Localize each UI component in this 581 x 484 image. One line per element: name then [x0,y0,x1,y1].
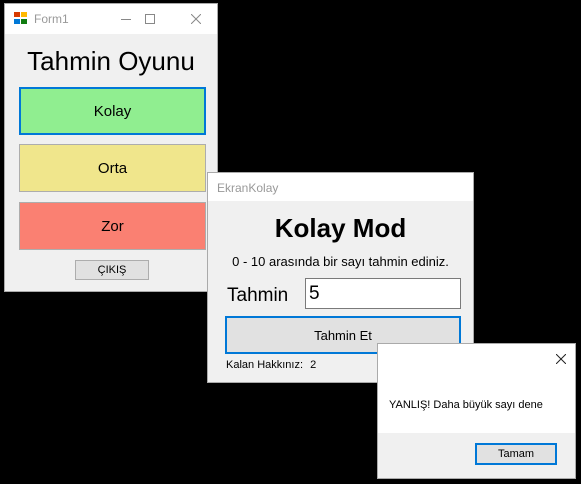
message-close-button[interactable] [546,344,576,374]
form1-title: Form1 [34,12,69,26]
instruction-text: 0 - 10 arasında bir sayı tahmin ediniz. [232,254,449,269]
message-box-window: YANLIŞ! Daha büyük sayı dene Tamam [377,343,576,479]
easy-button[interactable]: Kolay [19,87,206,135]
close-icon [191,14,201,24]
maximize-button[interactable] [127,4,173,34]
exit-button[interactable]: ÇIKIŞ [75,260,149,280]
form-app-icon [14,12,28,25]
guess-label: Tahmin [227,285,289,306]
medium-button[interactable]: Orta [19,144,206,192]
close-icon [556,354,566,364]
maximize-icon [145,14,155,24]
form1-heading: Tahmin Oyunu [27,46,195,76]
form1-client: Tahmin Oyunu Kolay Orta Zor ÇIKIŞ [5,34,217,291]
form1-titlebar[interactable]: Form1 [5,4,217,34]
ekran-titlebar[interactable]: EkranKolay [208,173,473,201]
ok-button[interactable]: Tamam [475,443,557,465]
form1-window: Form1 Tahmin Oyunu Kolay Orta Zor ÇIKIŞ [4,3,218,292]
message-box-titlebar[interactable] [378,344,575,374]
guess-input[interactable] [305,278,461,309]
close-button[interactable] [173,4,219,34]
mode-heading: Kolay Mod [274,213,407,243]
hard-button[interactable]: Zor [19,202,206,250]
remaining-label: Kalan Hakkınız: [226,359,304,371]
message-footer: Tamam [378,433,575,478]
ekran-title: EkranKolay [217,181,279,195]
remaining-attempts: Kalan Hakkınız: 2 [226,359,320,371]
remaining-value: 2 [310,359,317,371]
message-text: YANLIŞ! Daha büyük sayı dene [389,399,543,411]
